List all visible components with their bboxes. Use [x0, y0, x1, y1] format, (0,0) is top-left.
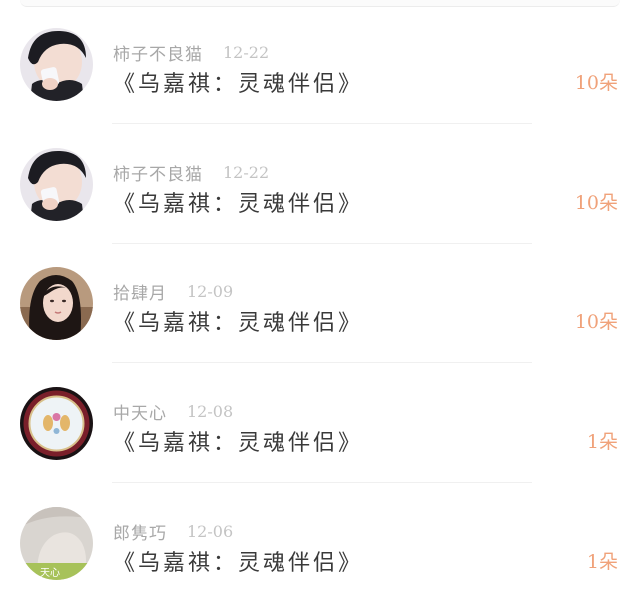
boy-in-black-avatar-icon — [20, 148, 93, 221]
item-meta: 郎隽巧 12-06 — [113, 519, 234, 544]
item-meta: 柿子不良猫 12-22 — [113, 160, 270, 185]
gift-title: 《乌嘉祺：灵魂伴侣》 — [113, 72, 364, 97]
gift-count: 1朵 — [586, 551, 618, 573]
gift-list: 柿子不良猫 12-22 《乌嘉祺：灵魂伴侣》 10朵 柿子不良猫 12-22 《… — [0, 0, 640, 602]
date: 12-22 — [223, 162, 270, 182]
gift-title: 《乌嘉祺：灵魂伴侣》 — [113, 311, 364, 336]
girl-long-hair-avatar-icon — [20, 267, 93, 340]
date: 12-22 — [223, 42, 270, 62]
avatar[interactable] — [20, 28, 93, 101]
sky-heart-avatar-icon: 天心 — [20, 507, 93, 580]
gift-title: 《乌嘉祺：灵魂伴侣》 — [113, 192, 364, 217]
list-item[interactable]: 天心 郎隽巧 12-06 《乌嘉祺：灵魂伴侣》 1朵 — [0, 483, 640, 602]
gift-count: 1朵 — [586, 431, 618, 453]
avatar[interactable]: 天心 — [20, 507, 93, 580]
username[interactable]: 拾肆月 — [113, 279, 167, 304]
avatar[interactable] — [20, 148, 93, 221]
avatar-caption: 天心 — [40, 567, 60, 579]
avatar[interactable] — [20, 387, 93, 460]
gift-count: 10朵 — [574, 192, 618, 214]
date: 12-09 — [187, 281, 234, 301]
list-item[interactable]: 柿子不良猫 12-22 《乌嘉祺：灵魂伴侣》 10朵 — [0, 124, 640, 244]
date: 12-08 — [187, 401, 234, 421]
gift-count: 10朵 — [574, 72, 618, 94]
date: 12-06 — [187, 521, 234, 541]
username[interactable]: 中天心 — [113, 399, 167, 424]
avatar[interactable] — [20, 267, 93, 340]
list-item[interactable]: 拾肆月 12-09 《乌嘉祺：灵魂伴侣》 10朵 — [0, 243, 640, 363]
username[interactable]: 柿子不良猫 — [113, 160, 203, 185]
gift-title: 《乌嘉祺：灵魂伴侣》 — [113, 431, 364, 456]
item-meta: 中天心 12-08 — [113, 399, 234, 424]
list-item[interactable]: 柿子不良猫 12-22 《乌嘉祺：灵魂伴侣》 10朵 — [0, 4, 640, 124]
gift-count: 10朵 — [574, 311, 618, 333]
item-meta: 柿子不良猫 12-22 — [113, 40, 270, 65]
list-item[interactable]: 中天心 12-08 《乌嘉祺：灵魂伴侣》 1朵 — [0, 363, 640, 483]
boy-in-black-avatar-icon — [20, 28, 93, 101]
username[interactable]: 柿子不良猫 — [113, 40, 203, 65]
gift-record-page: 柿子不良猫 12-22 《乌嘉祺：灵魂伴侣》 10朵 柿子不良猫 12-22 《… — [0, 0, 640, 602]
decorated-plate-avatar-icon — [20, 387, 93, 460]
gift-title: 《乌嘉祺：灵魂伴侣》 — [113, 551, 364, 576]
username[interactable]: 郎隽巧 — [113, 519, 167, 544]
item-meta: 拾肆月 12-09 — [113, 279, 234, 304]
